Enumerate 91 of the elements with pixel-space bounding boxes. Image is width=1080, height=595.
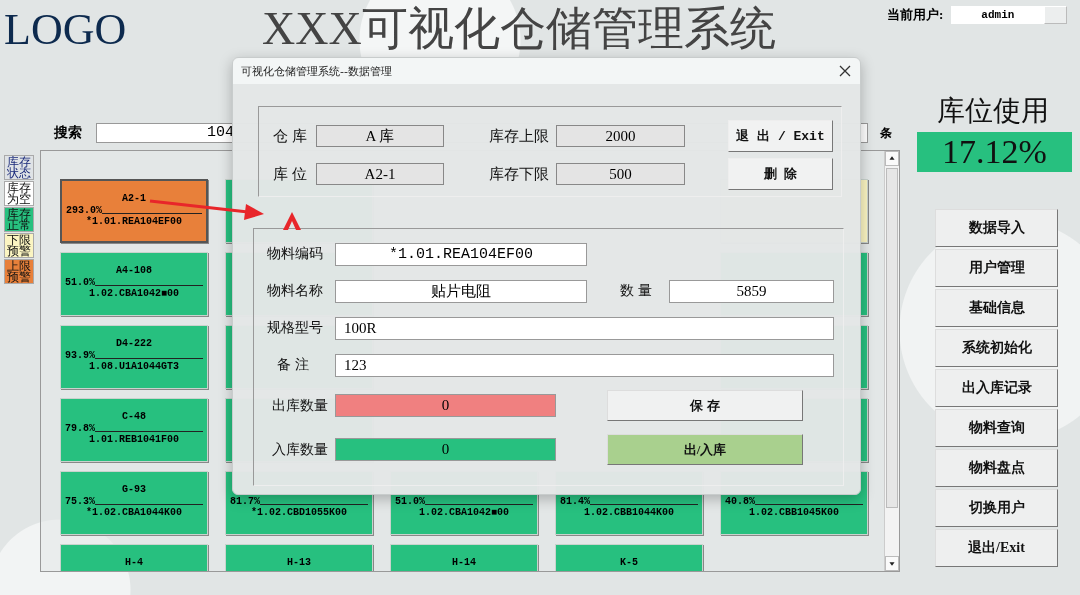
material-code: 1.02.CBA1042■00 xyxy=(418,507,510,518)
legend-item: 下限预警 xyxy=(4,233,34,258)
slot-percent: 40.8% xyxy=(725,496,755,507)
dialog-title: 可视化仓储管理系统--数据管理 xyxy=(241,63,392,79)
storage-slot-card[interactable]: A2-1 293.0% *1.01.REA104EF00 xyxy=(60,179,208,243)
scroll-down-icon[interactable] xyxy=(885,556,899,571)
menu-button[interactable]: 数据导入 xyxy=(935,209,1058,247)
slot-percent: 81.7% xyxy=(230,496,260,507)
menu-button[interactable]: 物料盘点 xyxy=(935,449,1058,487)
menu-button[interactable]: 用户管理 xyxy=(935,249,1058,287)
slot-percent: 293.0% xyxy=(66,205,102,216)
field-label: 数 量 xyxy=(619,282,653,300)
input-field[interactable]: 0 xyxy=(335,438,556,461)
slot-label: G-93 xyxy=(121,484,147,496)
slot-field: A2-1 xyxy=(316,163,444,185)
slot-label: A4-108 xyxy=(115,265,153,277)
menu-button[interactable]: 出入库记录 xyxy=(935,369,1058,407)
field-label: 物料名称 xyxy=(267,282,324,300)
usage-value: 17.12% xyxy=(917,132,1072,172)
menu-button[interactable]: 基础信息 xyxy=(935,289,1058,327)
field-label: 库存下限 xyxy=(489,164,550,184)
field-label: 出库数量 xyxy=(271,396,329,415)
legend-item: 库存状态 xyxy=(4,155,34,180)
upper-limit-field: 2000 xyxy=(556,125,685,147)
legend-item: 上限预警 xyxy=(4,259,34,284)
slot-percent: 79.8% xyxy=(65,423,95,434)
menu-button[interactable]: 退出/Exit xyxy=(935,529,1058,567)
input-field[interactable]: 123 xyxy=(335,353,834,377)
field-label: 物料编码 xyxy=(267,245,324,263)
input-field[interactable]: *1.01.REA104EF00 xyxy=(335,242,587,266)
storage-slot-card[interactable]: D4-222 93.9% 1.08.U1A1044GT3 xyxy=(60,325,208,389)
slot-label: A2-1 xyxy=(121,193,147,205)
close-button[interactable] xyxy=(838,64,852,78)
input-field[interactable]: 贴片电阻 xyxy=(335,279,587,303)
scrollbar[interactable] xyxy=(884,151,899,571)
legend-item: 库存正常 xyxy=(4,207,34,232)
field-label: 库存上限 xyxy=(489,126,550,146)
slot-label: K-5 xyxy=(619,557,639,569)
lower-limit-field: 500 xyxy=(556,163,685,185)
material-code: 1.08.U1A1044GT3 xyxy=(88,361,180,372)
field-button[interactable] xyxy=(1044,6,1068,24)
field-label: 库 位 xyxy=(273,164,308,184)
material-code: 1.01.REB1041F00 xyxy=(88,434,180,445)
storage-slot-card[interactable]: C-48 79.8% 1.01.REB1041F00 xyxy=(60,398,208,462)
slot-percent: 81.4% xyxy=(560,496,590,507)
field-label: 规格型号 xyxy=(267,319,324,337)
slot-percent: 51.0% xyxy=(395,496,425,507)
user-field[interactable]: admin xyxy=(951,6,1068,24)
exit-button[interactable]: 退 出 / Exit xyxy=(728,120,833,152)
search-label: 搜索 xyxy=(54,124,83,142)
material-code: *1.01.REA104EF00 xyxy=(85,216,183,227)
slot-label: H-14 xyxy=(451,557,477,569)
slot-percent: 93.9% xyxy=(65,350,95,361)
material-code: 1.02.CBB1044K00 xyxy=(583,507,675,518)
logo: LOGO xyxy=(3,4,128,52)
slot-label: C-48 xyxy=(121,411,147,423)
scroll-up-icon[interactable] xyxy=(885,151,899,166)
slot-label: H-4 xyxy=(124,557,144,569)
usage-title: 库位使用 xyxy=(936,94,1050,128)
field-label: 入库数量 xyxy=(271,440,329,459)
menu-button[interactable]: 切换用户 xyxy=(935,489,1058,527)
input-field[interactable]: 5859 xyxy=(669,279,834,303)
input-field[interactable]: 100R xyxy=(335,316,834,340)
user-label: 当前用户: xyxy=(887,6,944,24)
material-code: 1.02.CBB1045K00 xyxy=(748,507,840,518)
menu-button[interactable]: 物料查询 xyxy=(935,409,1058,447)
save-button[interactable]: 保 存 xyxy=(607,390,803,421)
slot-label: H-13 xyxy=(286,557,312,569)
field-label: 仓 库 xyxy=(273,126,308,146)
app-title: XXX可视化仓储管理系统 xyxy=(262,2,777,55)
triangle-icon xyxy=(283,212,301,230)
input-field[interactable]: 0 xyxy=(335,394,556,417)
storage-slot-card[interactable]: H-4 xyxy=(60,544,208,571)
storage-slot-card[interactable]: G-93 75.3% *1.02.CBA1044K00 xyxy=(60,471,208,535)
menu-button[interactable]: 系统初始化 xyxy=(935,329,1058,367)
storage-slot-card[interactable]: H-13 xyxy=(225,544,373,571)
slot-percent: 51.0% xyxy=(65,277,95,288)
stock-transfer-button[interactable]: 出/入库 xyxy=(607,434,803,465)
slot-percent: 75.3% xyxy=(65,496,95,507)
unit-label: 条 xyxy=(880,124,892,142)
field-label: 备 注 xyxy=(276,356,310,374)
slot-label: D4-222 xyxy=(115,338,153,350)
storage-slot-card[interactable]: A4-108 51.0% 1.02.CBA1042■00 xyxy=(60,252,208,316)
warehouse-field: A 库 xyxy=(316,125,444,147)
material-code: *1.02.CBD1055K00 xyxy=(250,507,348,518)
delete-button[interactable]: 删 除 xyxy=(728,158,833,190)
legend-item: 库存为空 xyxy=(4,181,34,206)
material-code: *1.02.CBA1044K00 xyxy=(85,507,183,518)
material-code: 1.02.CBA1042■00 xyxy=(88,288,180,299)
storage-slot-card[interactable]: K-5 xyxy=(555,544,703,571)
storage-slot-card[interactable]: H-14 xyxy=(390,544,538,571)
